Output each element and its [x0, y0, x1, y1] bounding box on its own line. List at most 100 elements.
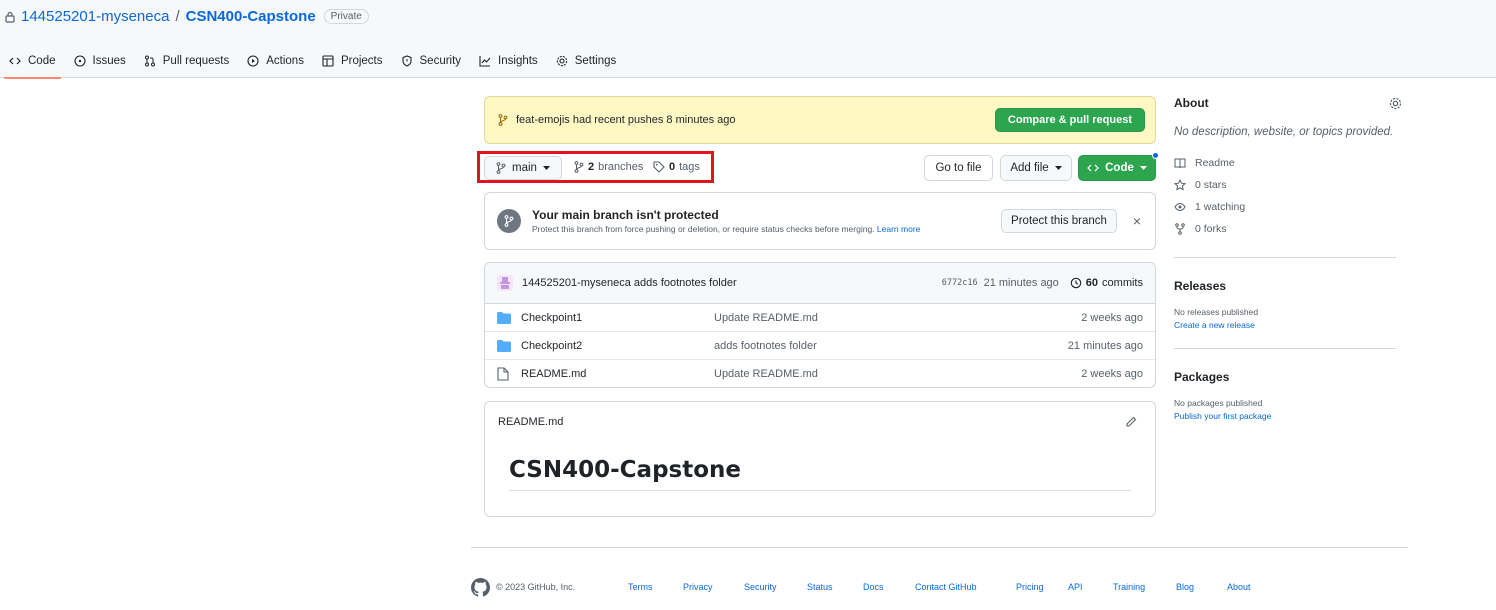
push-time-text: had recent pushes 8 minutes ago: [572, 114, 736, 126]
file-name-link[interactable]: Checkpoint1: [521, 312, 714, 324]
recent-push-banner: feat-emojis had recent pushes 8 minutes …: [484, 96, 1156, 144]
repo-name-link[interactable]: CSN400-Capstone: [186, 8, 316, 25]
footer-link-terms[interactable]: Terms: [628, 582, 653, 592]
play-icon: [247, 55, 259, 67]
about-item-label: 0 stars: [1195, 179, 1227, 191]
tab-security[interactable]: Security: [392, 44, 471, 78]
watching-link[interactable]: 1 watching: [1174, 196, 1396, 218]
tab-label: Insights: [498, 55, 538, 67]
eye-icon: [1174, 201, 1186, 213]
stars-link[interactable]: 0 stars: [1174, 174, 1396, 196]
about-header: About: [1174, 96, 1402, 110]
table-icon: [322, 55, 334, 67]
file-row[interactable]: README.md Update README.md 2 weeks ago: [485, 360, 1155, 387]
forks-link[interactable]: 0 forks: [1174, 218, 1396, 240]
tab-label: Security: [419, 55, 462, 67]
file-row[interactable]: Checkpoint1 Update README.md 2 weeks ago: [485, 304, 1155, 332]
packages-title[interactable]: Packages: [1174, 370, 1396, 384]
avatar[interactable]: [497, 275, 513, 291]
about-list: Readme 0 stars 1 watching 0 forks: [1174, 152, 1396, 240]
fork-icon: [1174, 223, 1186, 235]
folder-icon: [497, 339, 511, 352]
publish-package-link[interactable]: Publish your first package: [1174, 411, 1396, 421]
commit-sha[interactable]: 6772c16: [942, 278, 978, 288]
github-logo-icon[interactable]: [471, 577, 490, 597]
footer-link-security[interactable]: Security: [744, 582, 777, 592]
pushed-branch-name[interactable]: feat-emojis: [516, 114, 570, 126]
footer-link-api[interactable]: API: [1068, 582, 1083, 592]
copyright-text: © 2023 GitHub, Inc.: [496, 582, 576, 592]
pull-request-icon: [144, 55, 156, 67]
repo-title: 144525201-myseneca / CSN400-Capstone Pri…: [5, 8, 369, 25]
footer-link-training[interactable]: Training: [1113, 582, 1145, 592]
releases-empty-text: No releases published: [1174, 307, 1259, 317]
file-commit-message[interactable]: adds footnotes folder: [714, 340, 1068, 352]
go-to-file-button[interactable]: Go to file: [924, 155, 993, 181]
branch-icon: [497, 209, 521, 233]
shield-icon: [401, 55, 413, 67]
tab-pull-requests[interactable]: Pull requests: [135, 44, 238, 78]
file-commit-message[interactable]: Update README.md: [714, 312, 1081, 324]
pencil-icon[interactable]: [1125, 416, 1137, 428]
file-list: 144525201-myseneca adds footnotes folder…: [484, 262, 1156, 388]
close-icon[interactable]: ×: [1131, 213, 1143, 229]
commits-count: 60: [1085, 277, 1099, 289]
footer-link-blog[interactable]: Blog: [1176, 582, 1194, 592]
create-release-link[interactable]: Create a new release: [1174, 320, 1396, 330]
commits-link[interactable]: 60 commits: [1070, 277, 1143, 289]
code-icon: [1087, 163, 1099, 173]
divider: [1174, 348, 1396, 349]
repo-header: 144525201-myseneca / CSN400-Capstone Pri…: [0, 0, 1496, 79]
commit-time: 21 minutes ago: [983, 277, 1059, 289]
footer: © 2023 GitHub, Inc. Terms Privacy Securi…: [471, 577, 1408, 597]
code-icon: [9, 55, 21, 67]
commit-message[interactable]: 144525201-myseneca adds footnotes folder: [522, 277, 942, 289]
code-label: Code: [1105, 162, 1134, 174]
footer-link-privacy[interactable]: Privacy: [683, 582, 713, 592]
file-name-link[interactable]: README.md: [521, 368, 714, 380]
tab-projects[interactable]: Projects: [313, 44, 392, 78]
code-dropdown-button[interactable]: Code: [1078, 155, 1156, 181]
file-age: 2 weeks ago: [1081, 368, 1143, 380]
footer-link-status[interactable]: Status: [807, 582, 833, 592]
commits-label: commits: [1102, 277, 1143, 289]
file-commit-message[interactable]: Update README.md: [714, 368, 1081, 380]
history-icon: [1070, 277, 1082, 289]
tab-label: Actions: [266, 55, 304, 67]
releases-title[interactable]: Releases: [1174, 279, 1396, 293]
footer-link-docs[interactable]: Docs: [863, 582, 884, 592]
tab-actions[interactable]: Actions: [238, 44, 313, 78]
footer-link-contact[interactable]: Contact GitHub: [915, 582, 977, 592]
sidebar: About No description, website, or topics…: [1174, 96, 1402, 421]
readme-filename[interactable]: README.md: [498, 416, 563, 428]
file-name-link[interactable]: Checkpoint2: [521, 340, 714, 352]
readme-heading: CSN400-Capstone: [509, 457, 1131, 491]
compare-pull-request-button[interactable]: Compare & pull request: [994, 108, 1145, 132]
tab-settings[interactable]: Settings: [547, 44, 626, 78]
add-file-button[interactable]: Add file: [1000, 155, 1072, 181]
notification-dot: [1152, 152, 1159, 159]
latest-commit-row: 144525201-myseneca adds footnotes folder…: [485, 263, 1155, 304]
branch-icon: [498, 114, 508, 126]
footer-copyright: © 2023 GitHub, Inc.: [471, 577, 627, 597]
readme-panel: README.md CSN400-Capstone: [484, 401, 1156, 517]
tab-issues[interactable]: Issues: [65, 44, 135, 78]
recent-push-message: feat-emojis had recent pushes 8 minutes …: [498, 114, 995, 126]
divider: [1174, 257, 1396, 258]
book-icon: [1174, 157, 1186, 169]
footer-link-about[interactable]: About: [1227, 582, 1251, 592]
tab-code[interactable]: Code: [0, 44, 65, 79]
tab-label: Settings: [574, 55, 617, 67]
gear-icon[interactable]: [1389, 97, 1402, 110]
footer-link-pricing[interactable]: Pricing: [1016, 582, 1044, 592]
repo-owner-link[interactable]: 144525201-myseneca: [21, 8, 169, 25]
tab-label: Projects: [340, 55, 383, 67]
learn-more-link[interactable]: Learn more: [877, 224, 920, 234]
folder-icon: [497, 311, 511, 324]
protect-branch-button[interactable]: Protect this branch: [1001, 209, 1117, 233]
file-row[interactable]: Checkpoint2 adds footnotes folder 21 min…: [485, 332, 1155, 360]
graph-icon: [479, 55, 491, 67]
tab-insights[interactable]: Insights: [470, 44, 547, 78]
readme-link[interactable]: Readme: [1174, 152, 1396, 174]
file-age: 2 weeks ago: [1081, 311, 1143, 324]
